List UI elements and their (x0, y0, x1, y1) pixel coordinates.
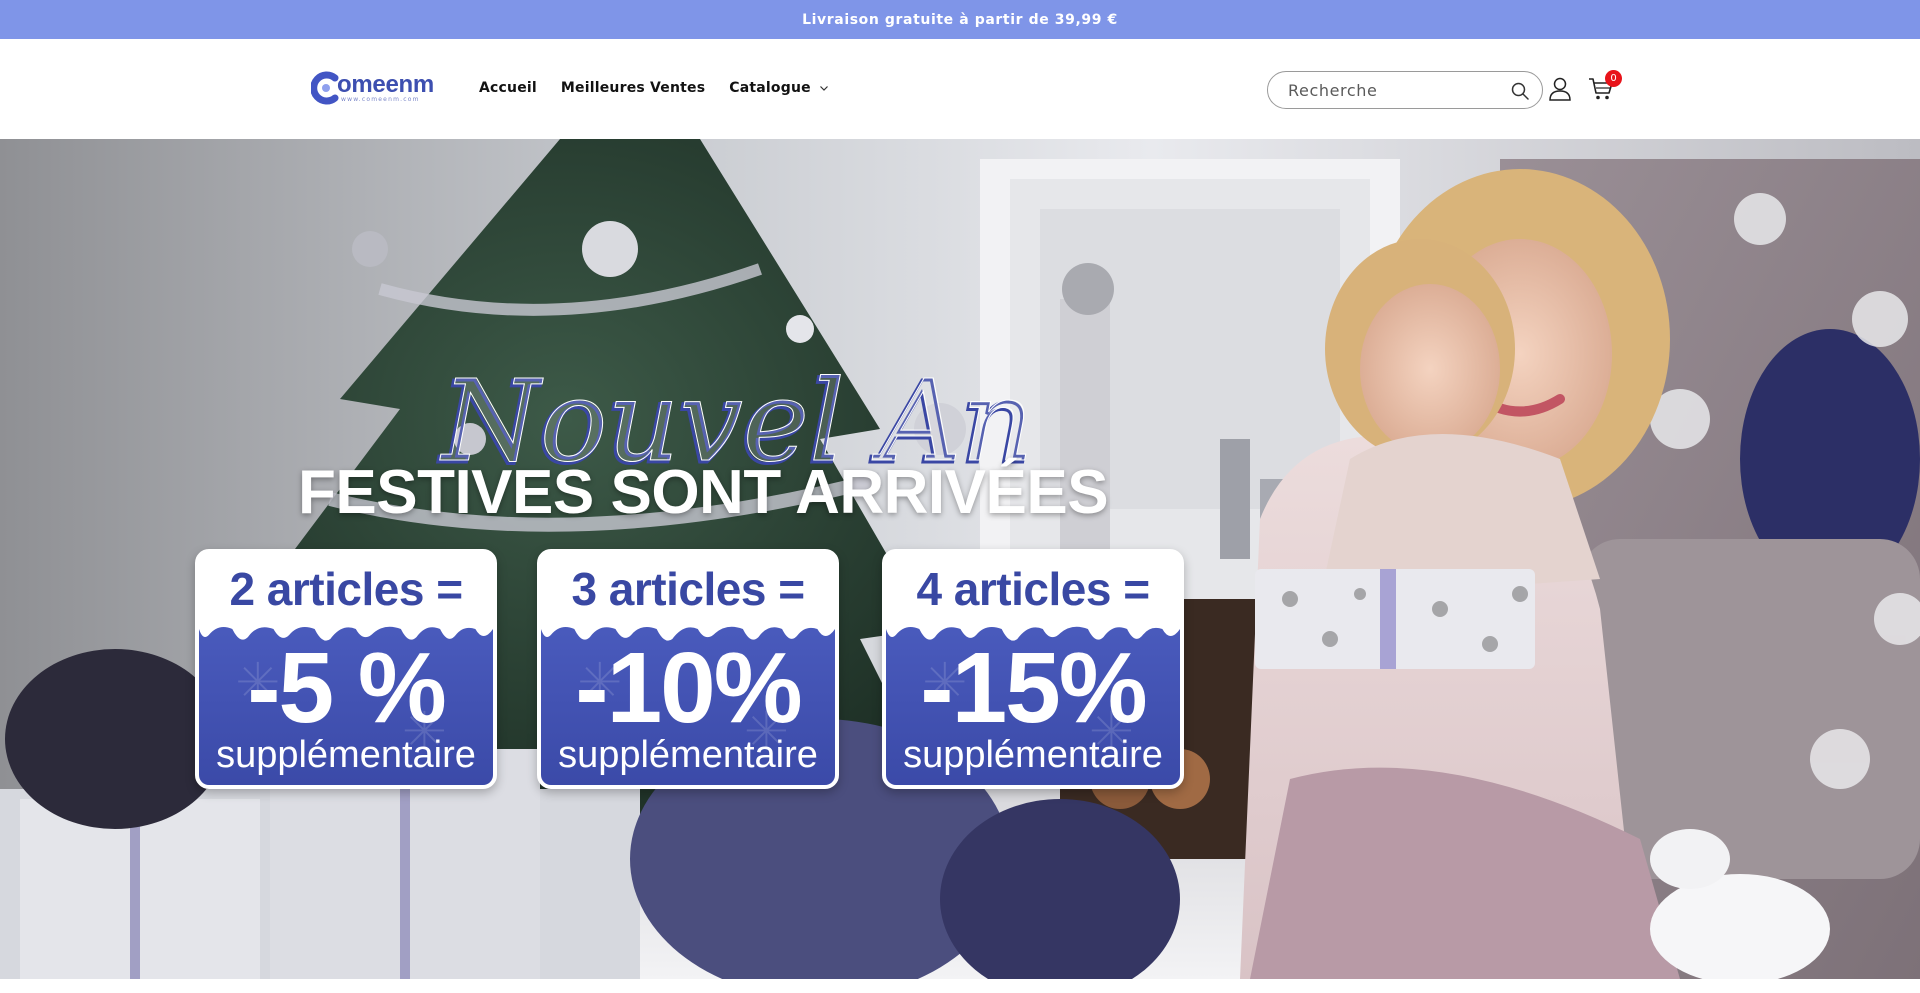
nav-item-label: Accueil (479, 80, 537, 96)
offer-discount: -10% (575, 632, 802, 744)
logo-subtext: www.comeenm.com (341, 96, 420, 103)
offer-discount-panel: -15% supplémentaire (886, 621, 1180, 785)
site-logo[interactable]: omeenm www.comeenm.com (311, 69, 441, 109)
offer-card-3-items: 3 articles = -10% supplémentaire (537, 549, 839, 789)
announcement-text: Livraison gratuite à partir de 39,99 € (802, 11, 1118, 28)
offer-discount: -5 % (247, 632, 447, 744)
account-icon[interactable] (1548, 76, 1572, 102)
offer-condition: 2 articles = (229, 563, 463, 615)
search-icon[interactable] (1510, 81, 1530, 101)
site-header: omeenm www.comeenm.com Accueil Meilleure… (0, 39, 1920, 139)
nav-item-label: Catalogue (729, 80, 811, 96)
offer-condition: 3 articles = (571, 563, 805, 615)
nav-item-accueil[interactable]: Accueil (479, 80, 537, 96)
nav-item-label: Meilleures Ventes (560, 80, 706, 96)
hero-headline: FESTIVES SONT ARRIVÉES (298, 458, 1109, 527)
hero-banner[interactable]: Nouvel An Nouvel An FESTIVES SONT ARRIVÉ… (0, 139, 1920, 979)
offer-discount-panel: -5 % supplémentaire (199, 621, 493, 785)
offer-label: supplémentaire (558, 734, 818, 776)
search-input[interactable] (1288, 80, 1498, 100)
search-box[interactable] (1267, 71, 1543, 109)
cart-count-badge: 0 (1605, 70, 1622, 87)
announcement-bar: Livraison gratuite à partir de 39,99 € (0, 0, 1920, 39)
logo-wordmark: omeenm (337, 71, 434, 98)
offer-card-2-items: 2 articles = -5 % supplémentaire (195, 549, 497, 789)
offer-label: supplémentaire (216, 734, 476, 776)
offer-card-4-items: 4 articles = -15% supplémentaire (882, 549, 1184, 789)
offer-discount-panel: -10% supplémentaire (541, 621, 835, 785)
offer-discount: -15% (920, 632, 1147, 744)
main-nav: Accueil Meilleures Ventes Catalogue (479, 80, 829, 96)
chevron-down-icon (819, 86, 828, 91)
nav-item-catalogue[interactable]: Catalogue (729, 80, 829, 96)
offer-condition: 4 articles = (916, 563, 1150, 615)
nav-item-meilleures-ventes[interactable]: Meilleures Ventes (561, 80, 705, 96)
offer-label: supplémentaire (903, 734, 1163, 776)
